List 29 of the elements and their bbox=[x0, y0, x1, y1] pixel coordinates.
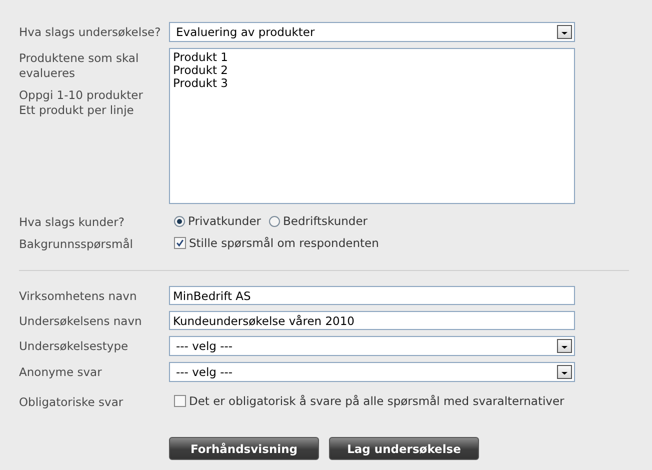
action-button[interactable]: Forhåndsvisning bbox=[169, 437, 319, 460]
field-label: Virksomhetens navn bbox=[19, 289, 137, 303]
text-field[interactable]: Kundeundersøkelse våren 2010 bbox=[169, 311, 575, 330]
caret-icon bbox=[557, 25, 572, 39]
text-field[interactable]: MinBedrift AS bbox=[169, 286, 575, 305]
dropdown[interactable]: Evaluering av produkter bbox=[169, 22, 575, 42]
checkbox[interactable] bbox=[174, 237, 186, 249]
field-label: Produktene som skal evalueres bbox=[19, 51, 139, 80]
action-button[interactable]: Lag undersøkelse bbox=[329, 437, 479, 460]
field-label: Undersøkelsestype bbox=[19, 339, 128, 353]
text-area[interactable]: Produkt 1 Produkt 2 Produkt 3 bbox=[169, 48, 575, 204]
dropdown[interactable]: --- velg --- bbox=[169, 362, 575, 382]
caret-icon bbox=[557, 339, 572, 353]
dropdown[interactable]: --- velg --- bbox=[169, 336, 575, 356]
radio-button[interactable] bbox=[174, 216, 185, 226]
radio-label: Bedriftskunder bbox=[283, 214, 368, 228]
field-label: Bakgrunnsspørsmål bbox=[19, 237, 133, 251]
field-label: Obligatoriske svar bbox=[19, 395, 124, 409]
radio-label: Privatkunder bbox=[188, 214, 262, 228]
checkbox-label: Stille spørsmål om respondenten bbox=[189, 236, 379, 250]
checkbox[interactable] bbox=[174, 395, 186, 407]
field-label: Undersøkelsens navn bbox=[19, 314, 142, 328]
field-label: Anonyme svar bbox=[19, 365, 102, 379]
radio-button[interactable] bbox=[269, 216, 280, 226]
field-label: Hva slags kunder? bbox=[19, 215, 124, 229]
hint-text: Oppgi 1-10 produkter Ett produkt per linje bbox=[19, 88, 144, 118]
field-label: Hva slags undersøkelse? bbox=[19, 25, 161, 39]
caret-icon bbox=[557, 365, 572, 379]
checkbox-label: Det er obligatorisk å svare på alle spørsmål med svaralternativer bbox=[189, 394, 564, 408]
